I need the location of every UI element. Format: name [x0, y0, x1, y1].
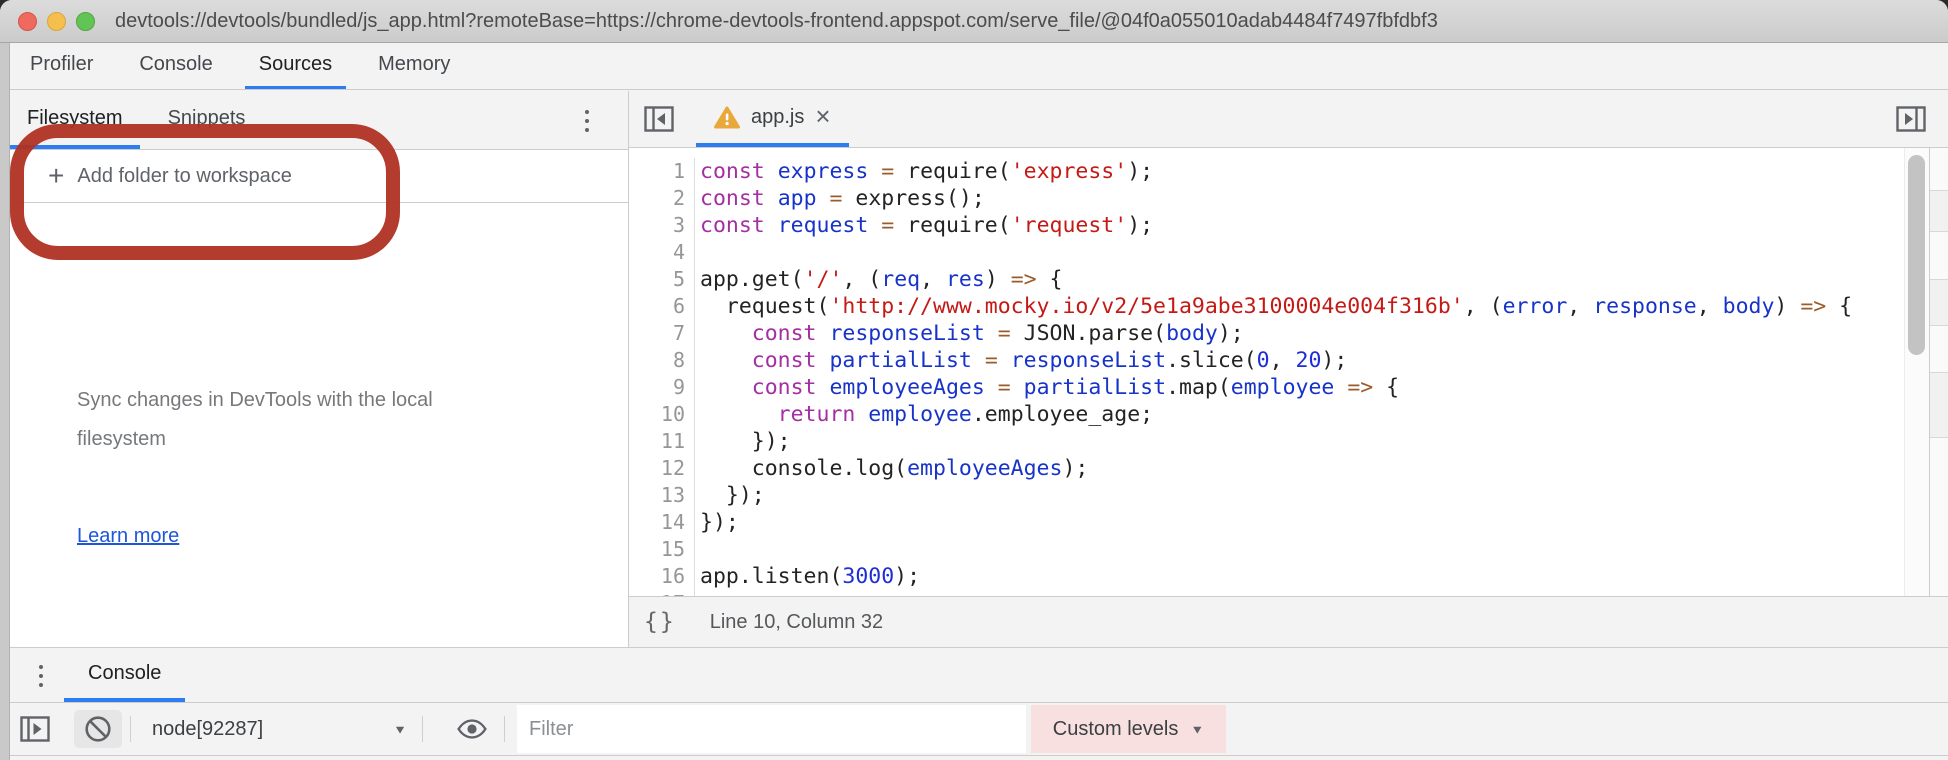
tab-profiler[interactable]: Profiler: [16, 43, 107, 89]
code-line: 4: [629, 239, 1948, 266]
drawer-tab-console[interactable]: Console: [64, 648, 185, 702]
sources-navigator-pane: Filesystem Snippets + Add folder to work…: [10, 91, 628, 647]
code-line: 2const app = express();: [629, 185, 1948, 212]
devtools-window: devtools://devtools/bundled/js_app.html?…: [0, 0, 1948, 760]
eye-icon: [457, 718, 487, 740]
code-line: 14});: [629, 509, 1948, 536]
code-editor[interactable]: 1const express = require('express');2con…: [629, 148, 1948, 596]
pretty-print-icon[interactable]: {}: [644, 609, 676, 635]
tab-memory[interactable]: Memory: [364, 43, 464, 89]
chevron-down-icon: ▼: [393, 722, 407, 736]
code-line: 6 request('http://www.mocky.io/v2/5e1a9a…: [629, 293, 1948, 320]
traffic-lights: [18, 12, 95, 31]
collapse-navigator-icon[interactable]: [644, 106, 674, 132]
code-line: 11 });: [629, 428, 1948, 455]
log-levels-label: Custom levels: [1053, 718, 1179, 741]
toolbar-divider: [422, 716, 423, 742]
console-filter-input[interactable]: [517, 705, 1026, 753]
chevron-down-icon: ▼: [1190, 722, 1204, 736]
navigator-tabbar: Filesystem Snippets: [10, 91, 628, 150]
tab-console[interactable]: Console: [125, 43, 226, 89]
tab-filesystem[interactable]: Filesystem: [10, 91, 140, 149]
console-toolbar: node[92287] ▼ Custom levels ▼: [10, 703, 1948, 756]
window-titlebar: devtools://devtools/bundled/js_app.html?…: [0, 0, 1948, 43]
editor-statusbar: {} Line 10, Column 32: [629, 596, 1948, 647]
add-folder-to-workspace-button[interactable]: + Add folder to workspace: [10, 150, 628, 203]
window-title-url: devtools://devtools/bundled/js_app.html?…: [115, 10, 1948, 33]
warning-icon: [714, 106, 740, 129]
drawer-overflow-menu-icon[interactable]: [26, 660, 56, 692]
code-line: 15: [629, 536, 1948, 563]
close-window-button[interactable]: [18, 12, 37, 31]
log-levels-dropdown[interactable]: Custom levels ▼: [1031, 705, 1226, 753]
add-folder-label: Add folder to workspace: [77, 165, 292, 188]
tab-sources[interactable]: Sources: [245, 43, 346, 89]
code-line: 16app.listen(3000);: [629, 563, 1948, 590]
minimize-window-button[interactable]: [47, 12, 66, 31]
navigator-overflow-menu-icon[interactable]: [572, 105, 602, 137]
cursor-position-label: Line 10, Column 32: [710, 611, 883, 634]
editor-scrollbar[interactable]: [1904, 148, 1929, 596]
code-line: 9 const employeeAges = partialList.map(e…: [629, 374, 1948, 401]
main-tabbar: Profiler Console Sources Memory: [0, 43, 1948, 90]
code-line: 10 return employee.employee_age;: [629, 401, 1948, 428]
learn-more-link[interactable]: Learn more: [77, 525, 179, 548]
execution-context-label: node[92287]: [152, 718, 263, 741]
code-line: 8 const partialList = responseList.slice…: [629, 347, 1948, 374]
toolbar-divider: [504, 716, 505, 742]
tab-snippets[interactable]: Snippets: [151, 91, 263, 149]
plus-icon: +: [48, 162, 64, 190]
code-line: 12 console.log(employeeAges);: [629, 455, 1948, 482]
code-line: 5app.get('/', (req, res) => {: [629, 266, 1948, 293]
clear-console-icon: [83, 714, 113, 744]
editor-tab-appjs[interactable]: app.js ×: [696, 91, 849, 147]
code-line: 1const express = require('express');: [629, 158, 1948, 185]
window-edge-strip: [0, 43, 10, 760]
live-expression-button[interactable]: [457, 716, 487, 742]
expand-console-icon[interactable]: [20, 716, 50, 742]
collapsed-debugger-sidebar[interactable]: [1929, 148, 1948, 596]
code-line: 3const request = require('request');: [629, 212, 1948, 239]
show-debugger-sidebar-icon[interactable]: [1896, 106, 1926, 132]
code-line: 7 const responseList = JSON.parse(body);: [629, 320, 1948, 347]
code-line: 13 });: [629, 482, 1948, 509]
editor-tab-label: app.js: [751, 106, 804, 129]
toolbar-divider: [130, 716, 131, 742]
workspace-sync-description: Sync changes in DevTools with the local …: [77, 381, 507, 459]
console-drawer: Console node[92287]: [10, 647, 1948, 760]
close-tab-icon[interactable]: ×: [815, 103, 830, 129]
zoom-window-button[interactable]: [76, 12, 95, 31]
execution-context-dropdown[interactable]: node[92287] ▼: [152, 718, 407, 741]
editor-tabbar: app.js ×: [629, 91, 1948, 148]
clear-console-button[interactable]: [74, 710, 122, 748]
drawer-tabbar: Console: [10, 648, 1948, 703]
scrollbar-thumb[interactable]: [1908, 155, 1925, 355]
code-lines: 1const express = require('express');2con…: [629, 148, 1948, 596]
editor-pane: app.js × 1const express = require('expre…: [628, 91, 1948, 647]
